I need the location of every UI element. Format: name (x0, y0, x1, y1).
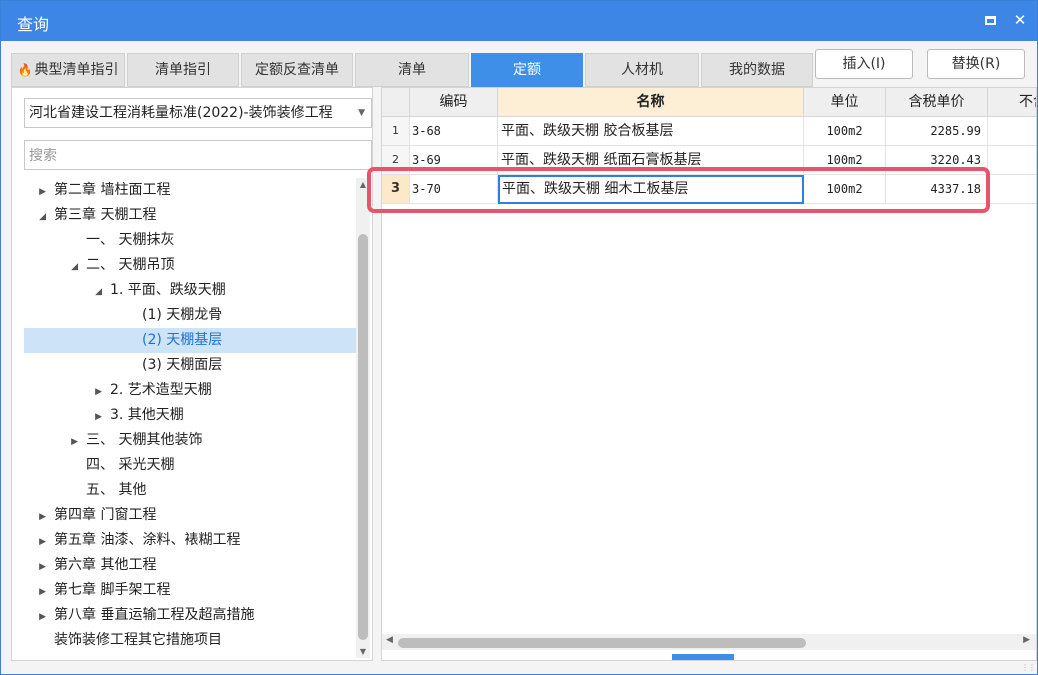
maximize-icon[interactable] (979, 9, 1001, 31)
tree-node-label: 第四章 门窗工程 (54, 507, 157, 523)
scrollbar-thumb[interactable] (398, 638, 806, 648)
tree-node[interactable]: (3) 天棚面层 (24, 353, 356, 378)
tab-list-guide[interactable]: 清单指引 (127, 53, 239, 87)
scroll-down-icon[interactable]: ▼ (356, 647, 370, 656)
tree-node[interactable]: ▶ 第七章 脚手架工程 (24, 578, 356, 603)
left-panel: 河北省建设工程消耗量标准(2022)-装饰装修工程 ▼ ▶ 第二章 墙柱面工程◢… (11, 87, 373, 661)
tree-node-label: 一、 天棚抹灰 (86, 232, 175, 248)
scroll-left-icon[interactable]: ◀ (386, 635, 393, 645)
scroll-right-icon[interactable]: ▶ (1023, 635, 1030, 645)
tree-node-label: 装饰装修工程其它措施项目 (54, 632, 222, 648)
quota-library-value: 河北省建设工程消耗量标准(2022)-装饰装修工程 (29, 105, 333, 121)
tree-node-label: (3) 天棚面层 (142, 357, 223, 373)
tree-node[interactable]: (1) 天棚龙骨 (24, 303, 356, 328)
tree-node[interactable]: ▶ 三、 天棚其他装饰 (24, 428, 356, 453)
cell-price-excl-tax[interactable] (988, 146, 1036, 175)
tree-node-label: 第六章 其他工程 (54, 557, 157, 573)
tree-node-label: 2. 艺术造型天棚 (110, 382, 212, 398)
title-bar[interactable]: 查询 ✕ (1, 1, 1037, 41)
insert-button[interactable]: 插入(I) (815, 49, 913, 79)
tab-quota-reverse-lookup[interactable]: 定额反查清单 (241, 53, 353, 87)
cell-no[interactable]: 1 (382, 117, 410, 146)
expand-arrow-icon[interactable]: ▶ (36, 605, 50, 630)
tree-node[interactable]: ▶ 第八章 垂直运输工程及超高措施 (24, 603, 356, 628)
chevron-down-icon[interactable]: ▼ (358, 99, 365, 127)
cell-unit[interactable]: 100m2 (804, 117, 886, 146)
header-code[interactable]: 编码 (410, 88, 498, 117)
expand-arrow-icon[interactable]: ▶ (36, 555, 50, 580)
tree-node[interactable]: 四、 采光天棚 (24, 453, 356, 478)
quota-library-select[interactable]: 河北省建设工程消耗量标准(2022)-装饰装修工程 ▼ (24, 98, 372, 128)
tree-node-label: 第八章 垂直运输工程及超高措施 (54, 607, 255, 623)
panel-split-handle[interactable] (672, 654, 734, 660)
header-tax-price[interactable]: 含税单价 (886, 88, 988, 117)
tree-node-label: 第五章 油漆、涂料、裱糊工程 (54, 532, 241, 548)
collapse-arrow-icon[interactable]: ◢ (36, 205, 50, 230)
tree-node[interactable]: ◢ 1. 平面、跌级天棚 (24, 278, 356, 303)
highlight-box (367, 167, 990, 213)
tree-node-label: 二、 天棚吊顶 (86, 257, 175, 273)
tree-node-label: 3. 其他天棚 (110, 407, 184, 423)
query-window: 查询 ✕ 🔥 典型清单指引 清单指引 定额反查清单 清单 定额 人材机 我的数据 … (0, 0, 1038, 675)
tree-node[interactable]: ◢ 第三章 天棚工程 (24, 203, 356, 228)
chapter-tree: ▶ 第二章 墙柱面工程 ◢ 第三章 天棚工程 一、 天棚抹灰 ◢ 二、 天棚吊顶 ◢ 1… (24, 178, 356, 658)
close-icon[interactable]: ✕ (1009, 9, 1031, 31)
cell-price-excl-tax[interactable] (988, 117, 1036, 146)
tree-node[interactable]: 五、 其他 (24, 478, 356, 503)
cell-price-excl-tax[interactable] (988, 175, 1036, 204)
tree-node-label: (1) 天棚龙骨 (142, 307, 223, 323)
expand-arrow-icon[interactable]: ▶ (92, 405, 106, 430)
header-name[interactable]: 名称 (498, 88, 804, 117)
replace-button[interactable]: 替换(R) (927, 49, 1025, 79)
tree-node[interactable]: ▶ 第六章 其他工程 (24, 553, 356, 578)
tree-node[interactable]: ▶ 2. 艺术造型天棚 (24, 378, 356, 403)
tree-node[interactable]: ◢ 二、 天棚吊顶 (24, 253, 356, 278)
tree-scrollbar[interactable]: ▲ ▼ (356, 178, 370, 658)
tree-node-label: 第三章 天棚工程 (54, 207, 157, 223)
cell-name[interactable]: 平面、跌级天棚 胶合板基层 (498, 117, 804, 146)
scrollbar-thumb[interactable] (358, 234, 368, 640)
grid-horizontal-scrollbar[interactable]: ◀ ▶ (382, 634, 1036, 650)
expand-arrow-icon[interactable]: ▶ (36, 505, 50, 530)
expand-arrow-icon[interactable]: ▶ (36, 580, 50, 605)
resize-grip-icon[interactable]: ⋮⋮ (1021, 663, 1036, 672)
expand-arrow-icon[interactable]: ▶ (92, 380, 106, 405)
tree-node[interactable]: (2) 天棚基层 (24, 328, 356, 353)
search-input[interactable] (24, 140, 372, 170)
tab-labor-material-machine[interactable]: 人材机 (585, 53, 699, 87)
expand-arrow-icon[interactable]: ▶ (36, 530, 50, 555)
tab-label: 典型清单指引 (34, 62, 119, 78)
row-number-header (382, 88, 410, 117)
expand-arrow-icon[interactable]: ▶ (36, 180, 50, 205)
tree-node-label: 三、 天棚其他装饰 (86, 432, 203, 448)
tree-node[interactable]: ▶ 第二章 墙柱面工程 (24, 178, 356, 203)
tab-typical-list-guide[interactable]: 🔥 典型清单指引 (11, 53, 125, 87)
tab-list[interactable]: 清单 (355, 53, 469, 87)
fire-icon: 🔥 (17, 63, 33, 77)
tree-node[interactable]: ▶ 第五章 油漆、涂料、裱糊工程 (24, 528, 356, 553)
collapse-arrow-icon[interactable]: ◢ (92, 280, 106, 305)
tree-node-label: 五、 其他 (86, 482, 147, 498)
tree-node-label: 第七章 脚手架工程 (54, 582, 171, 598)
collapse-arrow-icon[interactable]: ◢ (68, 255, 82, 280)
tree-node-label: 第二章 墙柱面工程 (54, 182, 171, 198)
header-price-excl-tax[interactable]: 不含 (988, 88, 1036, 117)
tree-node-label: 四、 采光天棚 (86, 457, 175, 473)
window-title: 查询 (17, 15, 50, 34)
tree-node[interactable]: ▶ 3. 其他天棚 (24, 403, 356, 428)
tree-node[interactable]: 装饰装修工程其它措施项目 (24, 628, 356, 653)
cell-code[interactable]: 3-68 (410, 117, 498, 146)
tree-node-label: (2) 天棚基层 (142, 332, 223, 348)
header-unit[interactable]: 单位 (804, 88, 886, 117)
tree-node-label: 1. 平面、跌级天棚 (110, 282, 226, 298)
cell-price[interactable]: 2285.99 (886, 117, 988, 146)
expand-arrow-icon[interactable]: ▶ (68, 430, 82, 455)
tab-my-data[interactable]: 我的数据 (701, 53, 813, 87)
tab-quota[interactable]: 定额 (471, 53, 583, 87)
tree-node[interactable]: 一、 天棚抹灰 (24, 228, 356, 253)
tree-node[interactable]: ▶ 第四章 门窗工程 (24, 503, 356, 528)
